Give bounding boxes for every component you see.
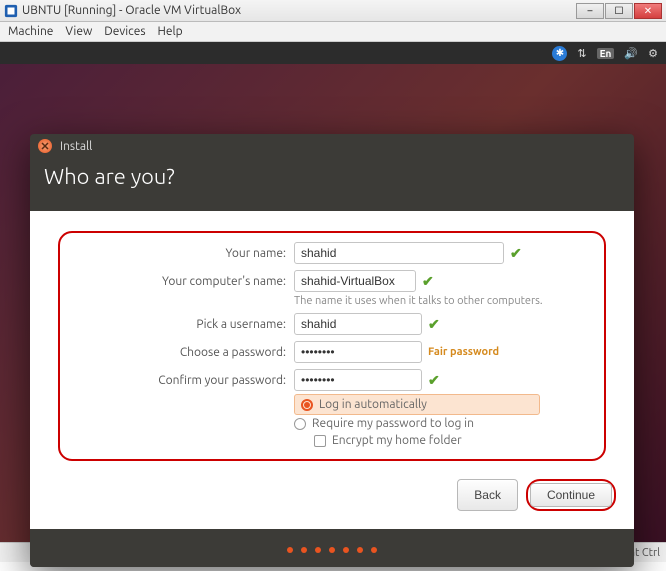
gear-icon[interactable]: ⚙ xyxy=(648,47,658,60)
label-require-pw: Require my password to log in xyxy=(312,417,474,430)
host-window-titlebar: UBNTU [Running] - Oracle VM VirtualBox –… xyxy=(0,0,666,22)
close-button[interactable]: ✕ xyxy=(634,3,662,19)
label-auto-login: Log in automatically xyxy=(319,398,427,411)
continue-button[interactable]: Continue xyxy=(530,483,612,507)
label-computer-name: Your computer's name: xyxy=(64,275,294,288)
hint-computer-name: The name it uses when it talks to other … xyxy=(294,295,600,310)
back-button[interactable]: Back xyxy=(457,479,518,511)
button-row: Back Continue xyxy=(30,465,634,511)
input-confirm-password[interactable] xyxy=(294,369,422,391)
installer-title: Install xyxy=(60,140,92,153)
form-annotation: Your name: ✔ Your computer's name: ✔ The… xyxy=(58,231,606,461)
row-confirm: Confirm your password: ✔ xyxy=(64,366,600,394)
menu-help[interactable]: Help xyxy=(158,25,183,38)
window-controls: – ☐ ✕ xyxy=(576,3,662,19)
installer-heading: Who are you? xyxy=(30,158,634,211)
installer-body: Your name: ✔ Your computer's name: ✔ The… xyxy=(30,211,634,529)
check-icon: ✔ xyxy=(428,316,440,333)
row-username: Pick a username: ✔ xyxy=(64,310,600,338)
check-icon: ✔ xyxy=(510,245,522,262)
check-icon: ✔ xyxy=(428,372,440,389)
progress-dots xyxy=(30,529,634,567)
minimize-button[interactable]: – xyxy=(576,3,604,19)
sound-icon[interactable]: 🔊 xyxy=(624,47,638,60)
accessibility-icon[interactable]: ✱ xyxy=(552,46,567,61)
input-computer-name[interactable] xyxy=(294,270,416,292)
menu-view[interactable]: View xyxy=(65,25,92,38)
installer-titlebar: Install xyxy=(30,134,634,158)
installer-window: Install Who are you? Your name: ✔ Your c… xyxy=(30,134,634,567)
window-title: UBNTU [Running] - Oracle VM VirtualBox xyxy=(22,4,576,17)
maximize-button[interactable]: ☐ xyxy=(605,3,633,19)
password-strength: Fair password xyxy=(428,346,499,358)
checkbox-encrypt-home[interactable]: Encrypt my home folder xyxy=(314,432,600,449)
input-username[interactable] xyxy=(294,313,422,335)
label-confirm: Confirm your password: xyxy=(64,374,294,387)
row-password: Choose a password: Fair password xyxy=(64,338,600,366)
label-password: Choose a password: xyxy=(64,346,294,359)
checkbox-empty-icon xyxy=(314,435,326,447)
guest-display: ✱ ⇅ En 🔊 ⚙ Install Who are you? Your nam… xyxy=(0,42,666,542)
installer-close-icon[interactable] xyxy=(38,139,52,153)
input-password[interactable] xyxy=(294,341,422,363)
virtualbox-icon xyxy=(4,4,18,18)
keyboard-layout-indicator[interactable]: En xyxy=(597,48,615,59)
label-your-name: Your name: xyxy=(64,247,294,260)
menu-machine[interactable]: Machine xyxy=(8,25,53,38)
input-your-name[interactable] xyxy=(294,242,504,264)
row-computer-name: Your computer's name: ✔ xyxy=(64,267,600,295)
radio-require-password[interactable]: Require my password to log in xyxy=(294,415,600,432)
ubuntu-top-panel: ✱ ⇅ En 🔊 ⚙ xyxy=(0,42,666,64)
network-icon[interactable]: ⇅ xyxy=(577,47,586,60)
continue-annotation: Continue xyxy=(526,479,616,511)
check-icon: ✔ xyxy=(422,273,434,290)
menu-devices[interactable]: Devices xyxy=(104,25,145,38)
radio-auto-login[interactable]: Log in automatically xyxy=(294,394,540,415)
host-menubar: Machine View Devices Help xyxy=(0,22,666,42)
radio-selected-icon xyxy=(301,399,313,411)
label-username: Pick a username: xyxy=(64,318,294,331)
radio-empty-icon xyxy=(294,418,306,430)
row-your-name: Your name: ✔ xyxy=(64,239,600,267)
label-encrypt: Encrypt my home folder xyxy=(332,434,462,447)
